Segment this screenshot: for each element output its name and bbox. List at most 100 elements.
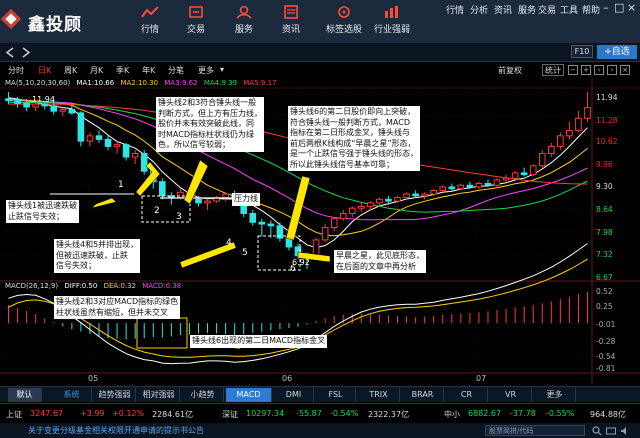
arrow-to-hammer-1 (91, 197, 117, 209)
keyboard-icon[interactable] (606, 426, 616, 436)
candle-body (584, 107, 591, 119)
candle-body (68, 108, 76, 114)
ma5-value: MA5:9.17 (243, 79, 277, 87)
zx-index-amount: 964.88亿 (590, 410, 626, 419)
candle-body (104, 138, 112, 147)
candle-body (385, 198, 392, 202)
tab-indicator[interactable]: 趋势强弱 (94, 388, 136, 402)
candle-body (538, 152, 546, 167)
annotation-macd-green: 锤头线2和3对应MACD指标的绿色 柱状线虽然有缩短，但并未交叉 (54, 296, 181, 319)
candle-body (5, 98, 12, 102)
hammer-number: 3 (176, 212, 182, 222)
ann-line: 前后两根K线构成“早晨之星”形态， (290, 138, 416, 148)
zx-index-label: 中小 (444, 410, 460, 419)
macd-y-tick: -0.01 (596, 320, 616, 329)
tab-indicator[interactable]: DMI (274, 388, 314, 402)
candle-body (131, 152, 139, 158)
annotation-hammer-4-5: 锤头线4和5并排出现， 但被迅速跌破，止跌 信号失效； (54, 239, 141, 273)
default-button[interactable]: 默认 (8, 388, 42, 402)
ann-line: 信号失效； (56, 261, 96, 270)
tab-indicator[interactable]: TRIX (358, 388, 400, 402)
ma3-value: MA3:9.62 (164, 79, 198, 87)
diff-value: DIFF:0.50 (64, 282, 98, 290)
x-tick: 07 (476, 374, 487, 383)
ann-line: 止跌信号失效； (8, 211, 64, 221)
macd-y-tick: 0.52 (596, 287, 613, 296)
candle-body (448, 186, 456, 190)
candle-body (59, 108, 67, 112)
ann-line: 在后面的文章中再分析 (336, 261, 416, 271)
sh-index-value: 3247.67 (30, 409, 64, 418)
candle-body (412, 193, 419, 197)
sz-index-change: -55.87 (296, 409, 322, 418)
speaker-icon[interactable] (620, 426, 630, 436)
index-status-bar: 上证 3247.67 +3.99 +0.12% 2284.61亿 深证 1029… (0, 403, 640, 423)
system-dropdown[interactable]: 系统 (52, 388, 92, 402)
candle-body (50, 105, 58, 112)
tab-indicator[interactable]: VR (490, 388, 532, 402)
ma-legend-prefix: MA(5,10,20,30,60) (5, 79, 71, 87)
tab-indicator[interactable]: BRAR (402, 388, 444, 402)
ann-line: 时MACD指标柱状线仍为绿 (158, 129, 254, 139)
search-icon[interactable] (592, 426, 602, 436)
tab-more-indicators[interactable]: 更多 (534, 388, 576, 402)
kline-chart[interactable] (0, 0, 640, 438)
dea-value: DEA:0.32 (103, 282, 136, 290)
ann-line: 锤头线4和5并排出现， (56, 240, 139, 249)
ann-line: 锤头线6的第二日股价即向上突破， (290, 107, 416, 116)
ann-line: 符合锤头线一般判断方式，MACD (290, 117, 410, 127)
hammer-number: 1 (118, 180, 124, 190)
ann-line: 锤头线2和3对应MACD指标的绿色 (56, 297, 179, 306)
stock-search-input[interactable]: 股票简拼/代码 (485, 425, 585, 436)
y-tick: 7.98 (596, 228, 613, 237)
ann-line: 指标在第二日形成金叉，锤头线与 (290, 128, 410, 137)
indicator-toolbar: 默认 系统 趋势强弱 相对强弱 小趋势 MACD DMI FSL TRIX BR… (0, 386, 640, 402)
candle-body (348, 207, 356, 214)
sz-index-value: 10297.34 (246, 409, 285, 418)
sh-index-amount: 2284.61亿 (152, 410, 194, 419)
macd-value: MACD:0.38 (142, 282, 182, 290)
ann-line: 锤头线2和3符合锤头线一般 (158, 98, 257, 107)
candle-body (249, 212, 257, 223)
x-tick: 06 (282, 374, 293, 383)
ma1-value: MA1:10.66 (76, 79, 115, 87)
tab-indicator[interactable]: FSL (316, 388, 356, 402)
notice-link[interactable]: 关于变更分级基金相关权限开通申请的提示书公告 (28, 425, 204, 436)
tab-indicator[interactable]: 小趋势 (182, 388, 224, 402)
candle-body (376, 198, 383, 204)
ann-line: 是一个止跌信号强于锤头线的形态， (290, 149, 418, 158)
pressure-line-label: 压力线 (232, 193, 260, 206)
candle-body (86, 135, 94, 142)
sz-index-amount: 2322.37亿 (368, 410, 410, 419)
candle-body (177, 191, 184, 199)
sh-index-pct: +0.12% (112, 409, 145, 418)
candle-body (23, 102, 30, 108)
candle-body (140, 152, 148, 172)
candle-body (457, 184, 465, 190)
tab-indicator-macd[interactable]: MACD (226, 388, 272, 402)
candle-body (321, 227, 329, 241)
candle-body (403, 193, 410, 199)
ann-line: 锤头线1被迅速跌破 (8, 201, 78, 210)
candle-body (267, 223, 275, 227)
y-tick: 11.94 (596, 93, 618, 102)
ann-line: 早晨之星，此见底形态， (336, 251, 424, 260)
ma4-value: MA4:9.39 (203, 79, 238, 87)
candle-body (439, 186, 447, 192)
hammer-number: 5 (242, 248, 248, 258)
candle-body (159, 181, 166, 197)
y-tick: 7.32 (596, 250, 613, 259)
candle-body (529, 165, 537, 176)
macd-y-tick: 0.25 (596, 302, 613, 311)
zx-index-change: -37.78 (510, 409, 536, 418)
candle-body (77, 112, 85, 142)
macd-legend: MACD(26,12,9) DIFF:0.50 DEA:0.32 MACD:0.… (5, 282, 305, 292)
candle-body (32, 103, 39, 108)
tab-indicator[interactable]: CR (446, 388, 488, 402)
annotation-morning-star: 早晨之星，此见底形态， 在后面的文章中再分析 (334, 250, 426, 273)
tab-indicator[interactable]: 相对强弱 (138, 388, 180, 402)
ann-line: 所以此锤头线信号基本可靠； (290, 159, 394, 169)
hammer-number: 2 (154, 206, 160, 216)
candle-body (557, 135, 564, 147)
zx-index-value: 6882.67 (468, 409, 502, 418)
